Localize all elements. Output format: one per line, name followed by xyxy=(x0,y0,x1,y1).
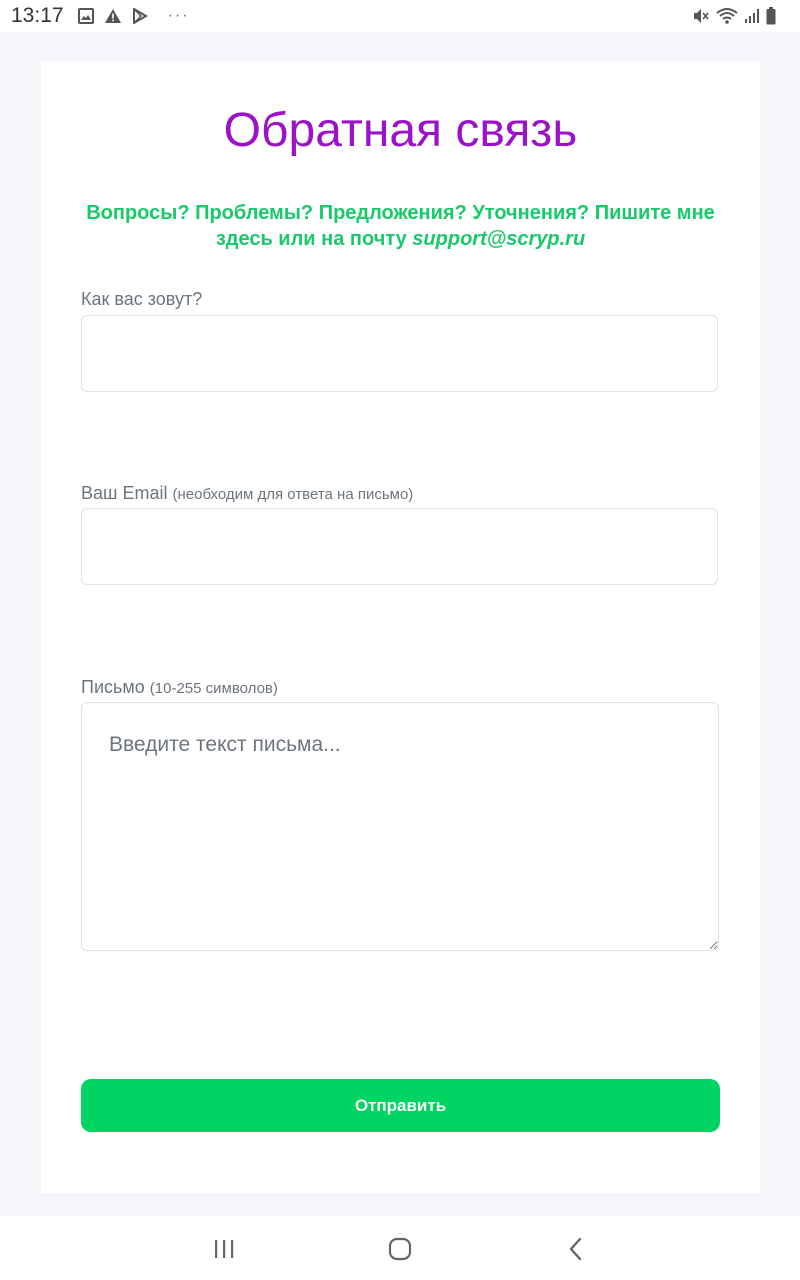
more-notifications-indicator: ··· xyxy=(167,7,190,24)
email-input[interactable] xyxy=(81,508,718,585)
name-label-text: Как вас зовут? xyxy=(81,289,203,309)
play-store-icon xyxy=(132,8,148,24)
status-bar: 13:17 ··· xyxy=(0,0,800,32)
recent-apps-icon[interactable] xyxy=(204,1234,244,1264)
signal-icon xyxy=(744,8,760,24)
status-time: 13:17 xyxy=(11,4,64,27)
back-icon[interactable] xyxy=(556,1234,596,1264)
message-hint: (10-255 символов) xyxy=(149,680,278,697)
wifi-icon xyxy=(716,7,738,25)
feedback-card: Обратная связь Вопросы? Проблемы? Предло… xyxy=(41,61,760,1193)
mute-icon xyxy=(692,7,710,25)
name-label: Как вас зовут? xyxy=(81,289,202,310)
subtitle-text: Вопросы? Проблемы? Предложения? Уточнени… xyxy=(86,202,715,250)
page-title: Обратная связь xyxy=(223,104,578,157)
message-label-text: Письмо xyxy=(81,677,145,697)
warning-icon xyxy=(104,8,122,24)
email-label: Ваш Email (необходим для ответа на письм… xyxy=(81,483,413,504)
battery-icon xyxy=(766,7,776,25)
home-icon[interactable] xyxy=(380,1234,420,1264)
email-label-text: Ваш Email xyxy=(81,483,168,503)
name-input[interactable] xyxy=(81,315,718,392)
support-email: support@scryp.ru xyxy=(412,228,586,250)
message-label: Письмо (10-255 символов) xyxy=(81,677,278,698)
submit-button[interactable]: Отправить xyxy=(81,1079,720,1132)
navigation-bar xyxy=(0,1216,800,1280)
email-hint: (необходим для ответа на письмо) xyxy=(172,486,414,503)
page-subtitle: Вопросы? Проблемы? Предложения? Уточнени… xyxy=(71,200,730,252)
message-textarea[interactable] xyxy=(81,702,719,951)
image-icon xyxy=(77,8,94,24)
